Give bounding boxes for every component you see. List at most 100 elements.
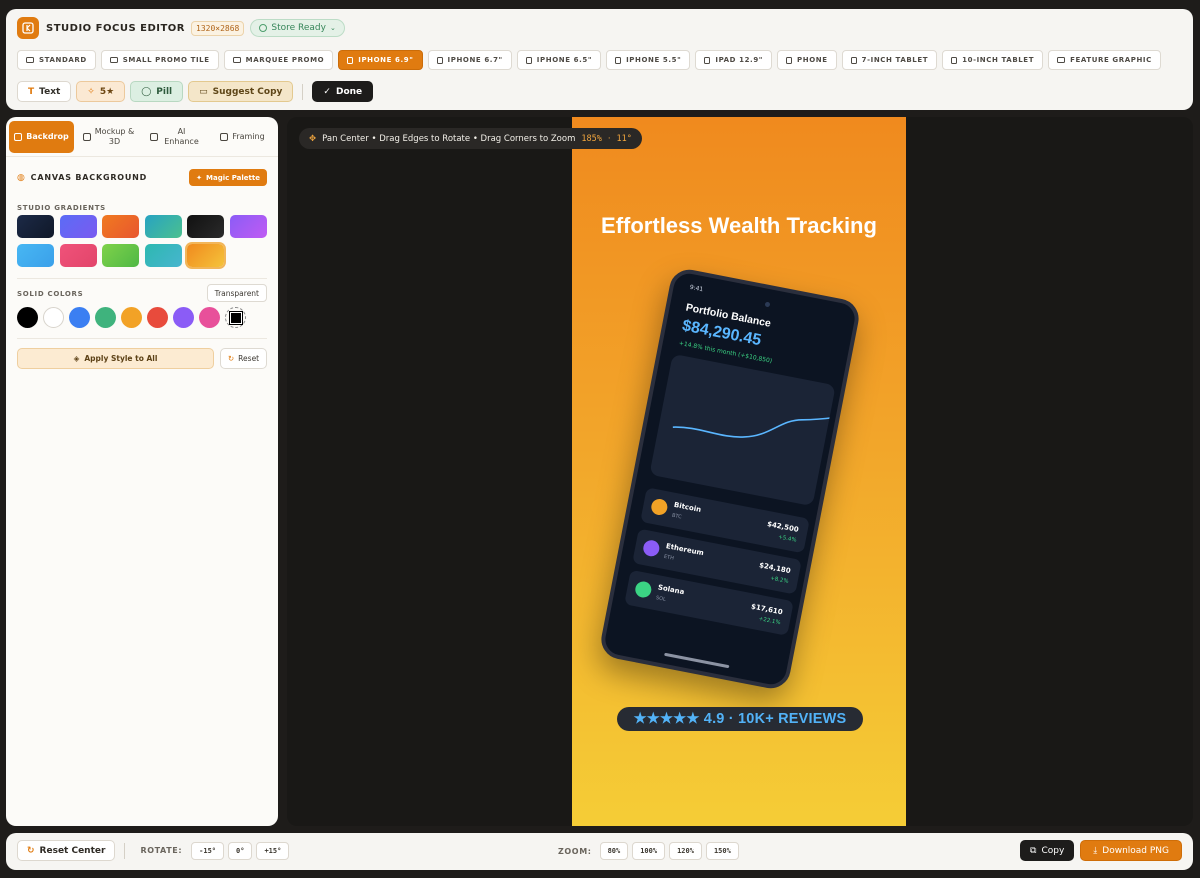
gradient-swatch-3[interactable] — [144, 215, 182, 238]
monitor-icon — [26, 57, 34, 63]
app-logo-icon — [17, 17, 39, 39]
suggest-copy-label: Suggest Copy — [212, 86, 283, 97]
magic-palette-button[interactable]: ✦ Magic Palette — [189, 169, 267, 186]
transparent-button[interactable]: Transparent — [206, 284, 267, 302]
coin-value: $17,610 — [750, 602, 784, 617]
preset-2[interactable]: MARQUEE PROMO — [223, 50, 334, 70]
gradient-swatch-6[interactable] — [17, 244, 54, 267]
tab-mockup-3d[interactable]: Mockup & 3D — [76, 121, 141, 153]
solid-color-swatch-3[interactable] — [95, 307, 116, 328]
preset-label: SMALL PROMO TILE — [122, 56, 210, 64]
solid-color-swatch-1[interactable] — [43, 307, 64, 328]
divider — [17, 278, 267, 279]
preset-6[interactable]: IPHONE 5.5" — [606, 50, 691, 70]
headline-text[interactable]: Effortless Wealth Tracking — [572, 213, 906, 239]
zoom-options: 80% 100% 120% 150% — [599, 842, 739, 860]
gradient-grid — [17, 215, 267, 267]
gradient-swatch-4[interactable] — [187, 215, 225, 238]
section-title-label: CANVAS BACKGROUND — [30, 173, 148, 182]
canvas-background-header: ◍ CANVAS BACKGROUND ✦ Magic Palette — [17, 169, 267, 186]
tab-backdrop[interactable]: Backdrop — [9, 120, 74, 153]
preset-0[interactable]: STANDARD — [17, 50, 96, 70]
phone-icon — [786, 56, 793, 64]
add-text-button[interactable]: T Text — [17, 81, 72, 102]
rotate-option-0[interactable]: -15° — [191, 841, 225, 860]
zoom-option-1[interactable]: 100% — [632, 842, 666, 860]
preset-label: IPHONE 5.5" — [626, 56, 682, 64]
coin-icon — [641, 538, 661, 558]
coin-change: +5.4% — [777, 534, 797, 544]
solid-color-swatch-7[interactable] — [199, 307, 220, 328]
divider — [17, 338, 267, 339]
wand-icon: ✦ — [196, 173, 203, 182]
chevron-down-icon: ⌄ — [329, 24, 336, 32]
canvas-area[interactable]: ✥ Pan Center • Drag Edges to Rotate • Dr… — [287, 117, 1193, 826]
tab-framing[interactable]: Framing — [210, 121, 275, 153]
preset-5[interactable]: IPHONE 6.5" — [516, 50, 602, 70]
gradient-swatch-7[interactable] — [59, 244, 97, 267]
zoom-label: ZOOM: — [558, 846, 592, 856]
preset-label: 7-INCH TABLET — [861, 56, 929, 64]
chat-icon: ▭ — [199, 86, 208, 97]
solid-color-swatch-5[interactable] — [147, 307, 168, 328]
gradient-swatch-0[interactable] — [17, 215, 54, 238]
preset-8[interactable]: PHONE — [777, 50, 837, 70]
preset-7[interactable]: IPAD 12.9" — [695, 50, 773, 70]
rotate-option-2[interactable]: +15° — [256, 841, 290, 860]
solid-color-swatch-6[interactable] — [173, 307, 194, 328]
custom-color-picker[interactable] — [225, 307, 246, 328]
gradient-swatch-8[interactable] — [102, 244, 140, 267]
coin-symbol: BTC — [671, 512, 683, 521]
solid-color-swatch-4[interactable] — [121, 307, 142, 328]
rotation-readout: 11° — [616, 133, 632, 144]
reset-center-label: Reset Center — [39, 845, 106, 856]
zoom-option-2[interactable]: 120% — [669, 842, 702, 860]
phone-mockup[interactable]: 9:41 Portfolio Balance $84,290.45 +14.8%… — [597, 266, 863, 692]
add-rating-button[interactable]: ✧ 5★ — [76, 81, 126, 102]
portfolio-chart — [649, 353, 836, 507]
zoom-option-0[interactable]: 80% — [599, 842, 629, 860]
preset-11[interactable]: FEATURE GRAPHIC — [1048, 50, 1161, 70]
done-button[interactable]: ✓ Done — [312, 81, 374, 102]
refresh-icon: ↻ — [227, 354, 235, 363]
phone-icon — [347, 56, 354, 64]
add-pill-button[interactable]: ◯ Pill — [130, 81, 184, 102]
sidebar: Backdrop Mockup & 3D AI Enhance Framing ◍ C… — [6, 117, 278, 826]
apply-style-to-all-button[interactable]: ◈ Apply Style to All — [17, 348, 214, 369]
solid-color-swatch-2[interactable] — [69, 307, 90, 328]
preset-1[interactable]: SMALL PROMO TILE — [100, 50, 219, 70]
coin-symbol: ETH — [663, 553, 675, 562]
preset-10[interactable]: 10-INCH TABLET — [942, 50, 1044, 70]
suggest-copy-button[interactable]: ▭ Suggest Copy — [188, 81, 294, 102]
reset-center-button[interactable]: ↻ Reset Center — [17, 840, 116, 861]
download-label: Download PNG — [1102, 845, 1169, 856]
download-png-button[interactable]: ⤓ Download PNG — [1080, 840, 1182, 861]
rotate-option-1[interactable]: 0° — [228, 841, 253, 860]
reset-button[interactable]: ↻ Reset — [220, 348, 267, 369]
gradient-swatch-9[interactable] — [144, 244, 182, 267]
canvas-hint-text: Pan Center • Drag Edges to Rotate • Drag… — [322, 133, 576, 144]
zoom-option-3[interactable]: 150% — [705, 842, 739, 860]
gradient-swatch-10[interactable] — [187, 244, 225, 267]
gradient-swatch-5[interactable] — [229, 215, 267, 238]
preset-4[interactable]: IPHONE 6.7" — [427, 50, 512, 70]
readout-separator: · — [607, 133, 611, 144]
copy-button[interactable]: ⧉ Copy — [1020, 840, 1075, 861]
artboard[interactable]: Effortless Wealth Tracking 9:41 Portfoli… — [572, 117, 906, 826]
gradient-swatch-1[interactable] — [59, 215, 97, 238]
solid-color-swatch-0[interactable] — [17, 307, 38, 328]
zoom-controls: ZOOM: 80% 100% 120% 150% — [552, 842, 739, 860]
top-toolbar: STUDIO FOCUS EDITOR 1320×2868 Store Read… — [6, 9, 1193, 110]
reviews-pill[interactable]: ★★★★★ 4.9 · 10K+ REVIEWS — [617, 707, 863, 731]
sidebar-tabs: Backdrop Mockup & 3D AI Enhance Framing — [6, 117, 278, 157]
rotate-label: ROTATE: — [140, 846, 183, 855]
checkmark-icon: ✓ — [323, 86, 331, 97]
preset-3[interactable]: IPHONE 6.9" — [338, 50, 423, 70]
store-status-dropdown[interactable]: Store Ready ⌄ — [250, 19, 345, 37]
tab-ai-enhance[interactable]: AI Enhance — [143, 121, 208, 153]
gradient-swatch-2[interactable] — [102, 215, 140, 238]
export-controls: ⧉ Copy ⤓ Download PNG — [1020, 840, 1182, 861]
bottom-toolbar: ↻ Reset Center ROTATE: -15° 0° +15° ZOOM: … — [6, 833, 1193, 870]
coin-change: +22.1% — [758, 616, 781, 627]
preset-9[interactable]: 7-INCH TABLET — [841, 50, 938, 70]
